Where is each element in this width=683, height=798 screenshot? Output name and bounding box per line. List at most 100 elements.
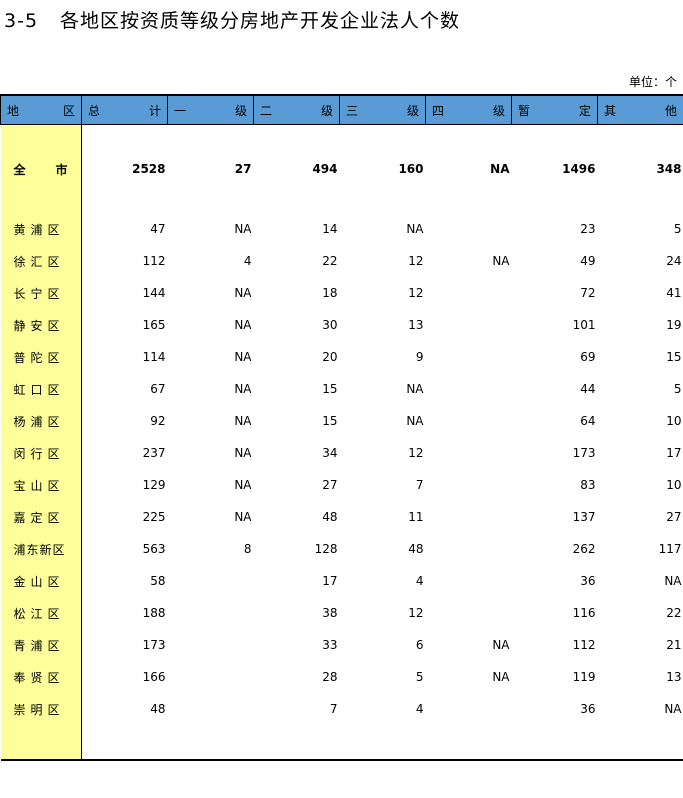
empty-cell [0,725,82,761]
column-header-part: 四 [432,103,445,118]
value-cell: NA [234,446,252,460]
empty-cell [511,725,598,761]
column-header: 总计 [81,94,168,125]
value-cell [168,597,254,629]
column-header-part: 级 [406,103,419,118]
value-cell: 494 [312,162,338,176]
value-cell: 119 [572,670,596,684]
value-cell: 15 [666,350,682,364]
value-cell: 22 [322,254,338,268]
value-cell: 563 [142,542,166,556]
table-row: 徐汇区 112 4 22 12 NA 49 24 [0,245,683,277]
value-cell: 20 [322,350,338,364]
table-row: 青浦区 173 33 6 NA 112 21 [0,629,683,661]
value-cell: 12 [408,446,424,460]
region-name: 宝山区 [0,469,82,501]
value-cell: NA [234,510,252,524]
empty-cell [0,124,82,145]
value-cell: 166 [142,670,166,684]
table-row: 嘉定区 225 NA 48 11 137 27 [0,501,683,533]
table-row: 黄浦区 47 NA 14 NA 23 5 [0,213,683,245]
value-cell: 188 [142,606,166,620]
empty-cell [340,125,426,146]
region-name: 浦东新区 [0,533,82,565]
table-header: 地区总计一级二级三级四级暂定其他 [0,94,683,125]
column-header: 二级 [253,94,340,125]
column-header-part: 级 [234,103,247,118]
value-cell: 4 [415,574,424,588]
value-cell: NA [492,254,510,268]
value-cell: 27 [322,478,338,492]
value-cell: NA [664,574,682,588]
value-cell: 4 [243,254,252,268]
value-cell: 12 [408,254,424,268]
region-name: 嘉定区 [0,501,82,533]
value-cell: NA [234,478,252,492]
page-title: 3-5 各地区按资质等级分房地产开发企业法人个数 [4,6,460,33]
value-cell [168,629,254,661]
column-header-part: 级 [492,103,505,118]
table-title: 各地区按资质等级分房地产开发企业法人个数 [60,10,461,32]
value-cell: 41 [666,286,682,300]
value-cell: NA [234,382,252,396]
value-cell: 5 [673,382,682,396]
value-cell: 17 [322,574,338,588]
value-cell: 137 [572,510,596,524]
value-cell: NA [492,670,510,684]
unit-label: 单位：个 [628,75,677,89]
value-cell: 48 [150,702,166,716]
region-name: 奉贤区 [0,661,82,693]
column-header-part: 计 [148,103,161,118]
value-cell [426,533,512,565]
value-cell: 262 [572,542,596,556]
value-cell [168,565,254,597]
value-cell: 15 [322,382,338,396]
table-row: 全市 2528 27 494 160 NA 1496 348 [0,145,683,193]
value-cell: NA [664,702,682,716]
column-header-part: 地 [7,103,20,118]
value-cell: 38 [322,606,338,620]
value-cell [426,565,512,597]
empty-cell [168,193,254,213]
value-cell: 36 [580,574,596,588]
region-name: 虹口区 [0,373,82,405]
value-cell: 19 [666,318,682,332]
value-cell: 117 [658,542,682,556]
value-cell: 21 [666,638,682,652]
table-row: 浦东新区 563 8 128 48 262 117 [0,533,683,565]
empty-cell [0,193,82,213]
value-cell [426,693,512,725]
column-header-part: 三 [346,103,359,118]
value-cell: 17 [666,446,682,460]
empty-cell [167,725,254,761]
table-body: 全市 2528 27 494 160 NA 1496 348 黄浦区 47 NA 14 NA 23 5 徐汇区… [0,124,683,761]
value-cell: 173 [572,446,596,460]
value-cell [426,597,512,629]
empty-cell [254,125,340,146]
empty-cell [425,725,512,761]
value-cell: NA [234,350,252,364]
value-cell: 10 [666,414,682,428]
empty-cell [426,125,512,146]
value-cell: 64 [580,414,596,428]
value-cell: NA [492,638,510,652]
value-cell: 8 [243,542,252,556]
value-cell: 348 [656,162,682,176]
column-header: 暂定 [511,94,598,125]
value-cell: 4 [415,702,424,716]
value-cell: 13 [666,670,682,684]
value-cell [426,437,512,469]
column-header-part: 总 [88,103,101,118]
empty-cell [512,193,598,213]
value-cell: 144 [142,286,166,300]
region-name: 黄浦区 [0,213,82,245]
value-cell: 27 [666,510,682,524]
region-name: 全市 [0,145,82,193]
value-cell: 6 [415,638,424,652]
empty-cell [598,125,683,146]
value-cell: 24 [666,254,682,268]
value-cell: 112 [572,638,596,652]
value-cell: NA [234,318,252,332]
column-header-part: 一 [174,103,187,118]
value-cell: NA [406,414,424,428]
